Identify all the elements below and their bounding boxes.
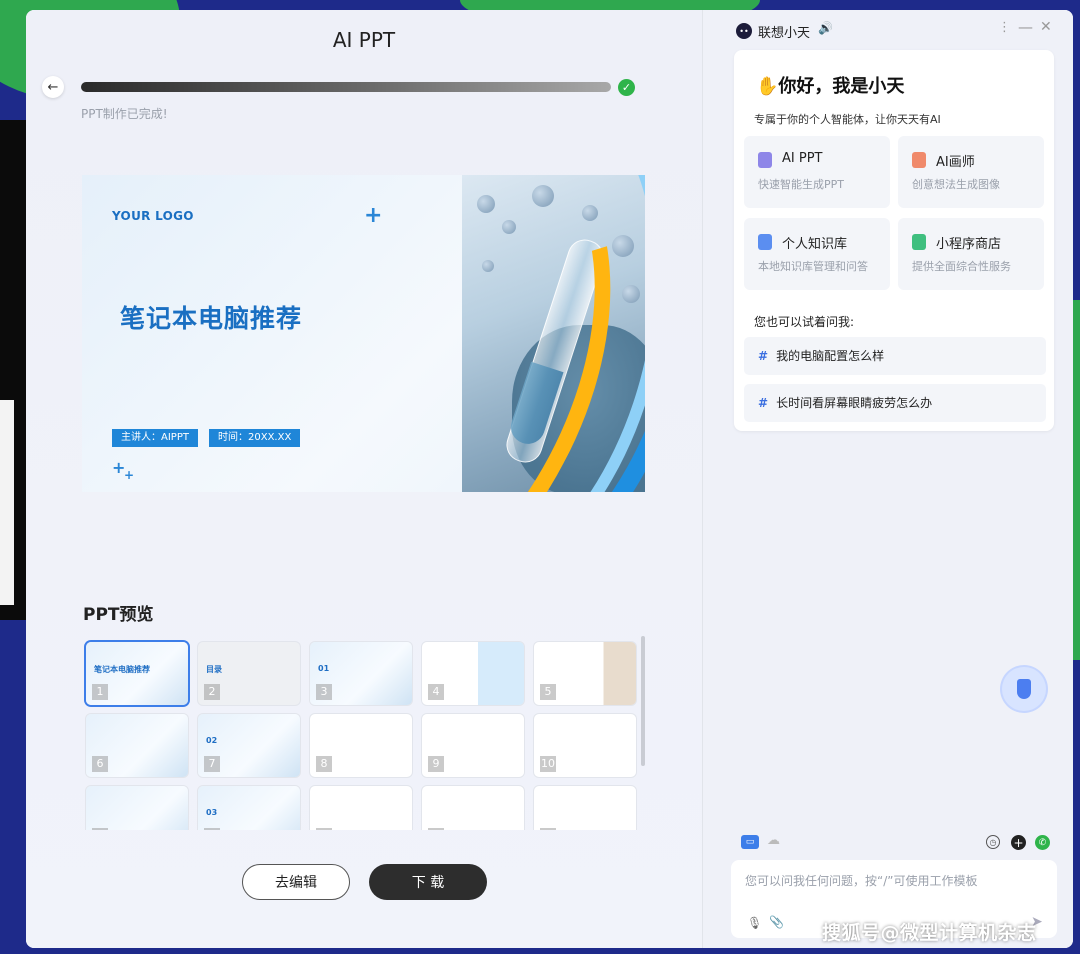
slide-thumbnail[interactable]: 笔记本电脑推荐 1: [86, 642, 188, 705]
thumbnail-grid: 笔记本电脑推荐 1 目录 2 01 3 4 5 6 02 7 8 9 10 11 03 12 13 14 15: [84, 640, 644, 830]
edit-button[interactable]: 去编辑: [242, 864, 350, 900]
thumbnail-number: 10: [540, 756, 556, 772]
thumbnail-title: 目录: [206, 665, 222, 674]
speaker-icon[interactable]: 🔊: [818, 21, 833, 35]
download-button[interactable]: 下 载: [369, 864, 487, 900]
thumbnail-number: 15: [540, 828, 556, 830]
presenter-tag: 主讲人：AIPPT: [112, 429, 198, 447]
suggested-question[interactable]: # 长时间看屏幕眼睛疲劳怎么办: [744, 384, 1046, 422]
welcome-card: ✋你好，我是小天 专属于你的个人智能体，让你天天有AI AI PPT 快速智能生…: [734, 50, 1054, 431]
assistant-avatar-icon: ••: [736, 23, 752, 39]
greeting-subtitle: 专属于你的个人智能体，让你天天有AI: [754, 113, 941, 126]
thumbnail-number: 1: [92, 684, 108, 700]
microphone-icon[interactable]: 🎙: [747, 916, 762, 930]
thumbnail-title: 03: [206, 808, 218, 817]
slide-thumbnail[interactable]: 01 3: [310, 642, 412, 705]
progress-bar: [81, 82, 611, 92]
checkmark-icon: ✓: [618, 79, 635, 96]
thumbnail-title: 笔记本电脑推荐: [94, 665, 150, 674]
thumbnail-number: 3: [316, 684, 332, 700]
slide-title: 笔记本电脑推荐: [120, 304, 303, 333]
thumbnail-number: 13: [316, 828, 332, 830]
thumbnail-scrollbar[interactable]: [641, 636, 645, 766]
thumbnail-number: 11: [92, 828, 108, 830]
slide-logo: YOUR LOGO: [112, 209, 194, 223]
slide-thumbnail[interactable]: 6: [86, 714, 188, 777]
slide-thumbnail[interactable]: 5: [534, 642, 636, 705]
thumbnail-number: 2: [204, 684, 220, 700]
attachment-icon[interactable]: 📎: [769, 915, 784, 929]
chat-input[interactable]: [743, 870, 1047, 892]
thumbnail-number: 12: [204, 828, 220, 830]
close-icon[interactable]: ✕: [1040, 19, 1052, 35]
painter-icon: [912, 152, 926, 168]
knowledge-icon: [758, 234, 772, 250]
hash-icon: #: [758, 396, 769, 410]
slide-thumbnail[interactable]: 13: [310, 786, 412, 830]
feature-miniapp-store[interactable]: 小程序商店 提供全面综合性服务: [898, 218, 1044, 290]
new-chat-icon[interactable]: +: [1011, 835, 1026, 850]
phone-icon[interactable]: ✆: [1035, 835, 1050, 850]
assistant-name: 联想小天: [758, 26, 811, 41]
slide-thumbnail[interactable]: 15: [534, 786, 636, 830]
slide-thumbnail[interactable]: 8: [310, 714, 412, 777]
thumbnail-number: 7: [204, 756, 220, 772]
more-icon[interactable]: ⋮: [998, 20, 1011, 35]
feature-ai-ppt[interactable]: AI PPT 快速智能生成PPT: [744, 136, 890, 208]
time-tag: 时间：20XX.XX: [209, 429, 301, 447]
slide-thumbnail[interactable]: 4: [422, 642, 524, 705]
slide-thumbnail[interactable]: 10: [534, 714, 636, 777]
ppt-panel: AI PPT ← ✓ PPT制作已完成! YOUR LOGO + + + 笔记本…: [26, 10, 702, 948]
thumbnail-number: 4: [428, 684, 444, 700]
arrow-left-icon: ←: [47, 79, 59, 95]
thumbnail-number: 5: [540, 684, 556, 700]
thumbnail-number: 14: [428, 828, 444, 830]
slide-thumbnail[interactable]: 02 7: [198, 714, 300, 777]
slide-thumbnail[interactable]: 9: [422, 714, 524, 777]
feature-knowledge-base[interactable]: 个人知识库 本地知识库管理和问答: [744, 218, 890, 290]
suggested-question[interactable]: # 我的电脑配置怎么样: [744, 337, 1046, 375]
slide-preview[interactable]: YOUR LOGO + + + 笔记本电脑推荐 主讲人：AIPPT 时间：20X…: [82, 175, 645, 492]
cloud-mode-icon[interactable]: ☁: [767, 833, 780, 848]
floating-assistant-icon[interactable]: [1002, 667, 1046, 711]
page-title: AI PPT: [332, 28, 396, 52]
history-icon[interactable]: ◷: [986, 835, 1000, 849]
chat-mode-icon[interactable]: ▭: [741, 835, 759, 849]
assistant-panel: •• 联想小天 🔊 ⋮ — ✕ ✋你好，我是小天 专属于你的个人智能体，让你天天…: [703, 10, 1073, 948]
thumbnail-number: 9: [428, 756, 444, 772]
thumbnail-number: 6: [92, 756, 108, 772]
thumbnail-number: 8: [316, 756, 332, 772]
status-text: PPT制作已完成!: [81, 107, 168, 121]
store-icon: [912, 234, 926, 250]
feature-ai-painter[interactable]: AI画师 创意想法生成图像: [898, 136, 1044, 208]
slide-thumbnail[interactable]: 14: [422, 786, 524, 830]
hash-icon: #: [758, 349, 769, 363]
app-window: AI PPT ← ✓ PPT制作已完成! YOUR LOGO + + + 笔记本…: [26, 10, 1073, 948]
slide-thumbnail[interactable]: 03 12: [198, 786, 300, 830]
plus-decor-icon: +: [124, 468, 135, 482]
plus-decor-icon: +: [364, 203, 383, 228]
slide-thumbnail[interactable]: 目录 2: [198, 642, 300, 705]
preview-label: PPT预览: [83, 605, 154, 625]
try-asking-label: 您也可以试着问我:: [754, 315, 855, 329]
thumbnail-title: 01: [318, 664, 330, 673]
wave-hand-icon: ✋: [756, 76, 779, 97]
slide-thumbnail[interactable]: 11: [86, 786, 188, 830]
back-button[interactable]: ←: [42, 76, 64, 98]
greeting: ✋你好，我是小天: [756, 76, 905, 97]
minimize-icon[interactable]: —: [1018, 18, 1033, 36]
watermark: 搜狐号@微型计算机杂志: [822, 922, 1037, 944]
ppt-icon: [758, 152, 772, 168]
thumbnail-title: 02: [206, 736, 218, 745]
